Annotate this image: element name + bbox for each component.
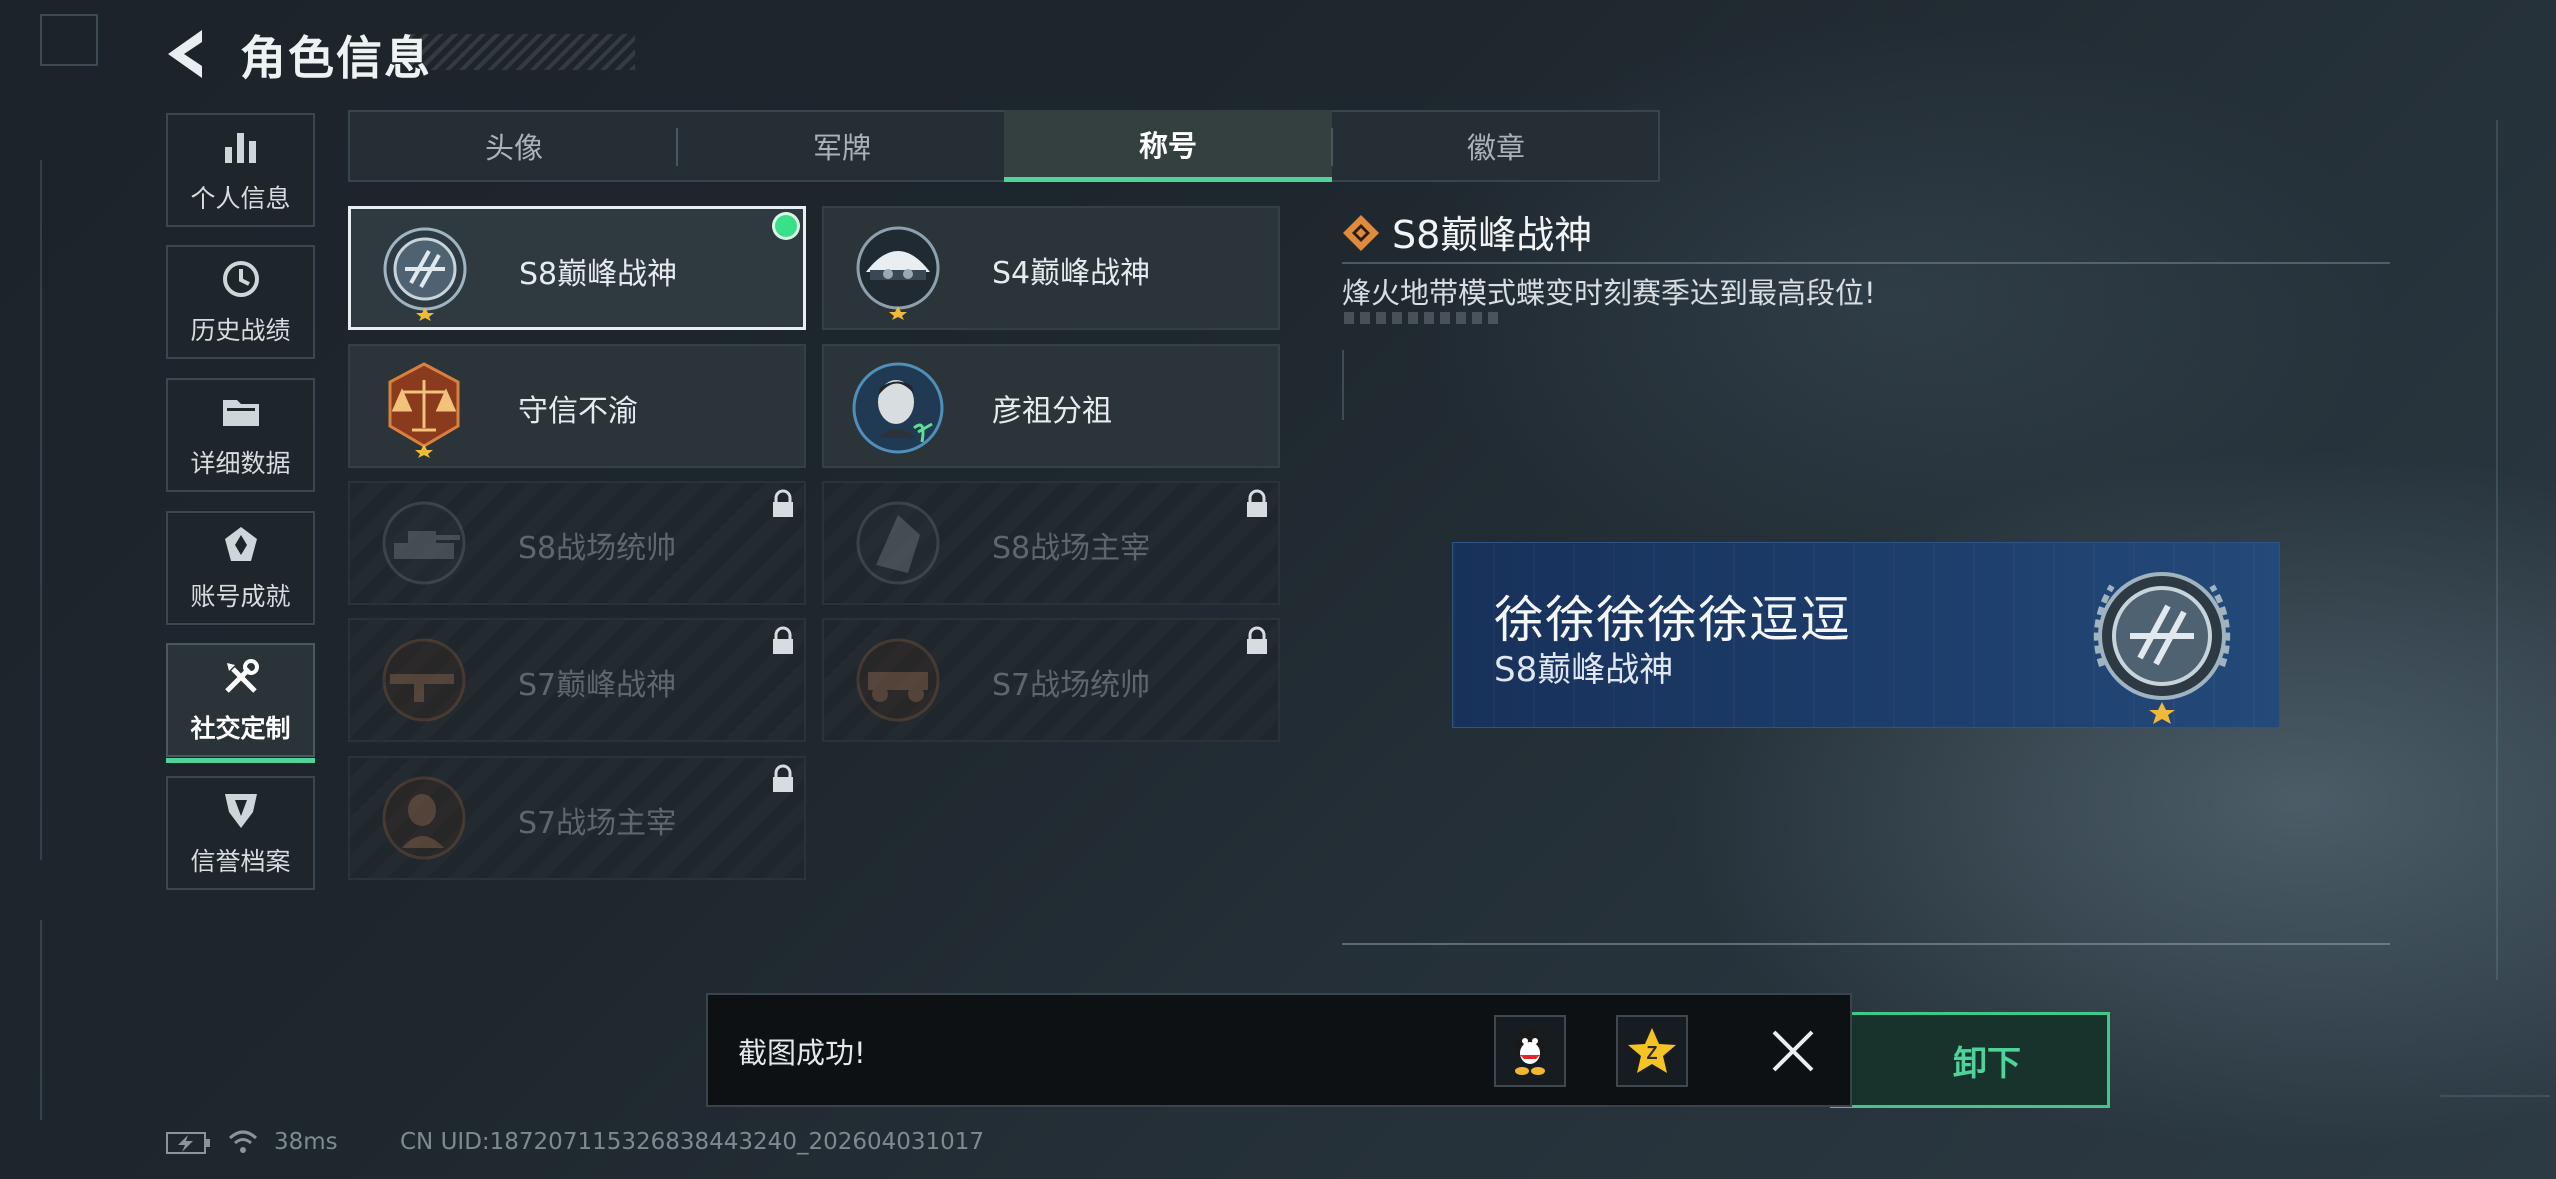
title-card-s8-peak[interactable]: S8巅峰战神 [348, 206, 806, 330]
lock-icon [1247, 489, 1267, 517]
title-name: S8巅峰战神 [519, 257, 678, 292]
folder-icon [222, 400, 259, 426]
wifi-icon [228, 1130, 258, 1153]
credit-shield-icon [224, 794, 257, 828]
sidebar-item-history[interactable]: 历史战绩 [166, 245, 315, 359]
tank-emblem-icon [382, 501, 466, 585]
lock-icon [773, 764, 793, 792]
detail-divider [1342, 262, 2390, 264]
detail-frame-line [1342, 350, 1344, 420]
s4-peak-emblem-icon [856, 226, 940, 320]
hud-line-right-bottom [2440, 1095, 2550, 1097]
sidebar-item-label: 信誉档案 [190, 847, 291, 876]
tab-badge[interactable]: 徽章 [1332, 110, 1660, 182]
soldier-emblem-icon [382, 776, 466, 860]
title-name: S8战场统帅 [518, 531, 677, 566]
battery-charging-icon [166, 1132, 210, 1154]
title-name: S8战场主宰 [992, 531, 1151, 566]
toast-message: 截图成功! [738, 1036, 866, 1070]
sidebar-item-label: 社交定制 [190, 714, 291, 743]
title-card-s8-dominator[interactable]: S8战场主宰 [822, 481, 1280, 605]
tab-dog-tag[interactable]: 军牌 [678, 110, 1006, 182]
share-qq-button[interactable] [1494, 1015, 1566, 1087]
detail-title: S8巅峰战神 [1392, 213, 1593, 257]
title-card-yanzu[interactable]: 彦祖分祖 [822, 344, 1280, 468]
title-name: S7战场统帅 [992, 668, 1151, 703]
diamond-marker-icon [1343, 215, 1379, 251]
sidebar-item-label: 详细数据 [190, 449, 291, 478]
sidebar-item-label: 历史战绩 [190, 316, 291, 345]
qzone-star-icon: Z [1628, 1028, 1676, 1073]
title-name: 彦祖分祖 [992, 394, 1112, 429]
network-ping: 38ms [274, 1129, 338, 1155]
hud-line-right [2496, 120, 2498, 980]
lock-icon [773, 626, 793, 654]
chevron-left-icon [168, 30, 202, 78]
clock-icon [222, 261, 259, 297]
title-card-s7-dominator[interactable]: S7战场主宰 [348, 756, 806, 880]
detail-frame-bottom [1342, 943, 2390, 945]
sidebar-item-label: 个人信息 [190, 184, 291, 213]
title-name: 守信不渝 [518, 394, 638, 429]
close-icon[interactable] [1768, 1026, 1818, 1076]
rifle-emblem-icon [382, 638, 466, 722]
hud-corner-box [40, 14, 98, 66]
title-name: S7巅峰战神 [518, 668, 677, 703]
sidebar-item-credit-record[interactable]: 信誉档案 [166, 776, 315, 890]
sidebar-item-achievements[interactable]: 账号成就 [166, 511, 315, 625]
preview-title-text: S8巅峰战神 [1494, 650, 1674, 690]
equipped-indicator [775, 215, 797, 237]
title-card-s7-commander[interactable]: S7战场统帅 [822, 618, 1280, 742]
building-emblem-icon [856, 501, 940, 585]
s8-peak-emblem-icon [383, 227, 467, 321]
lock-icon [773, 489, 793, 517]
sidebar-item-personal-info[interactable]: 个人信息 [166, 113, 315, 227]
tab-avatar[interactable]: 头像 [350, 110, 678, 182]
portrait-emblem-icon [852, 362, 944, 454]
qq-icon [1515, 1029, 1545, 1075]
title-card-s7-peak[interactable]: S7巅峰战神 [348, 618, 806, 742]
title-decoration [410, 34, 635, 70]
sidebar-item-label: 账号成就 [190, 582, 291, 611]
svg-text:Z: Z [1647, 1043, 1658, 1063]
hud-line-left-lower [40, 920, 42, 1120]
tab-title[interactable]: 称号 [1004, 110, 1332, 182]
vehicle-emblem-icon [856, 638, 940, 722]
title-name: S4巅峰战神 [992, 256, 1151, 291]
detail-blurred-meta [1344, 312, 1504, 324]
back-button[interactable] [160, 24, 220, 84]
detail-description: 烽火地带模式蝶变时刻赛季达到最高段位! [1342, 276, 1876, 310]
title-card-s4-peak[interactable]: S4巅峰战神 [822, 206, 1280, 330]
sidebar-item-social-custom[interactable]: 社交定制 [166, 643, 315, 763]
s8-peak-emblem-icon [2093, 572, 2231, 724]
hud-line-left [40, 160, 42, 860]
page-title: 角色信息 [240, 31, 432, 85]
title-card-keep-faith[interactable]: 守信不渝 [348, 344, 806, 468]
share-qzone-button[interactable]: Z [1616, 1015, 1688, 1087]
unequip-button[interactable]: 卸下 [1830, 1012, 2110, 1108]
title-name: S7战场主宰 [518, 806, 677, 841]
lock-icon [1247, 626, 1267, 654]
achievement-icon [224, 527, 257, 561]
title-card-s8-commander[interactable]: S8战场统帅 [348, 481, 806, 605]
scales-emblem-icon [388, 362, 460, 458]
sidebar-item-detailed-data[interactable]: 详细数据 [166, 378, 315, 492]
tools-icon [224, 659, 259, 693]
bar-chart-icon [224, 133, 256, 163]
unequip-button-label: 卸下 [1953, 1043, 2021, 1084]
user-uid: CN UID:18720711532683844324​0_2026040310… [400, 1129, 985, 1155]
